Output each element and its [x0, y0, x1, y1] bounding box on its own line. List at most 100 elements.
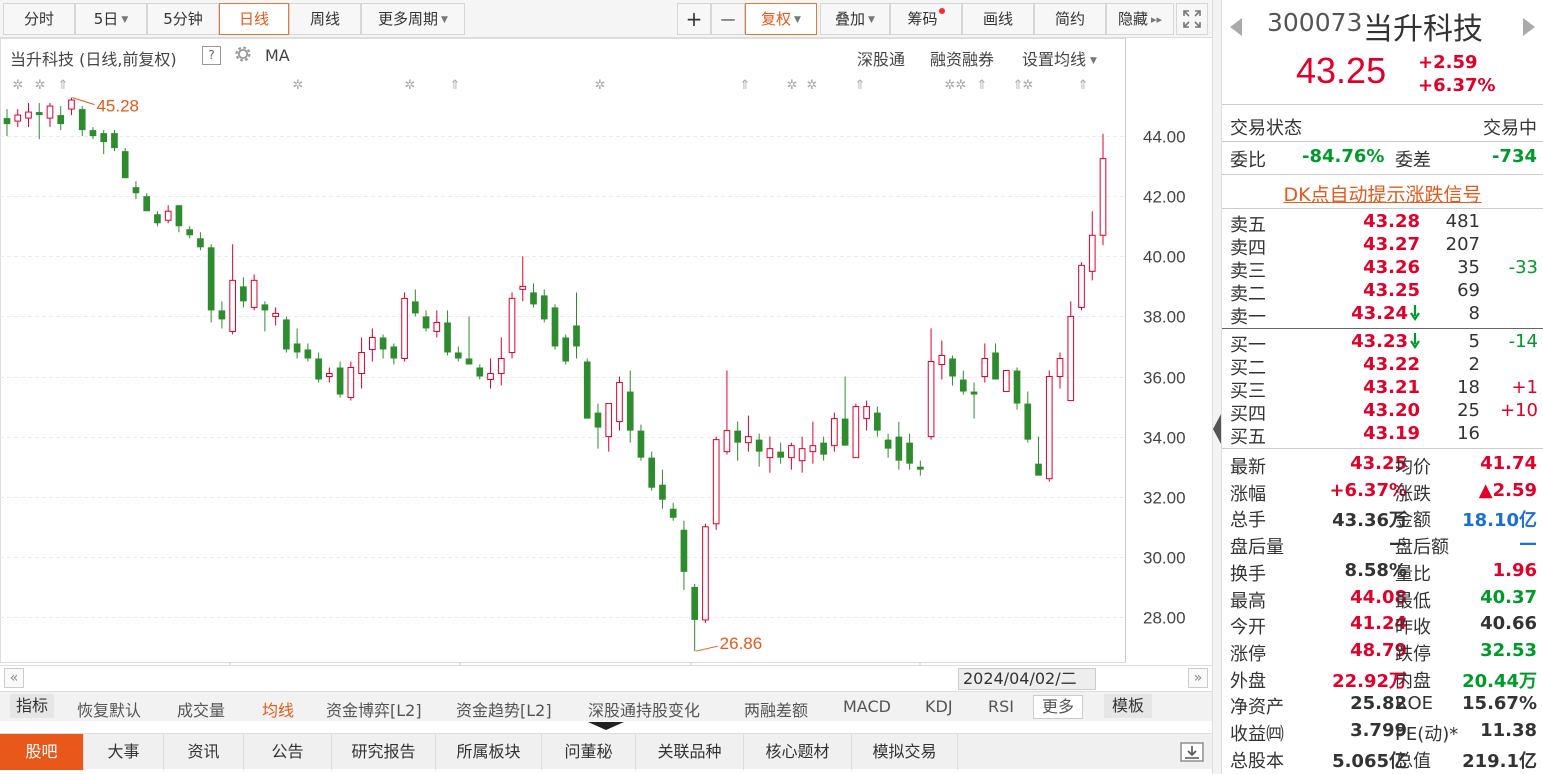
draw-line-button[interactable]: 画线 — [962, 3, 1034, 35]
bid-row[interactable]: 买二 43.22 2 — [1222, 354, 1543, 379]
period-weekly[interactable]: 周线 — [289, 3, 361, 35]
tab-guba[interactable]: 股吧 — [0, 734, 84, 770]
weibi-row: 委比 -84.76% 委差 -734 — [1222, 146, 1543, 171]
tab-announcements[interactable]: 公告 — [244, 734, 332, 770]
tab-sim-trade[interactable]: 模拟交易 — [852, 734, 958, 770]
tab-ask-secretary[interactable]: 问董秘 — [542, 734, 636, 770]
scroll-right-button[interactable]: » — [1188, 668, 1208, 688]
candle-body-down — [691, 586, 699, 620]
kline-chart[interactable]: 44.00 42.00 40.00 38.00 36.00 34.00 32.00 30.00… — [0, 0, 1212, 774]
candle-body-down — [874, 412, 881, 431]
ask-row[interactable]: 卖三 43.26 35 -33 — [1222, 257, 1543, 282]
gear-icon[interactable] — [232, 43, 254, 65]
tab-core-themes[interactable]: 核心题材 — [744, 734, 852, 770]
quote-value: 25.82 — [1350, 693, 1407, 715]
indicator-margin-diff[interactable]: 两融差额 — [744, 697, 808, 721]
indicator-more-button[interactable]: 更多 — [1033, 695, 1084, 719]
prev-stock-icon[interactable] — [1230, 18, 1242, 36]
chips-button[interactable]: 筹码 — [890, 3, 962, 35]
tab-news[interactable]: 资讯 — [164, 734, 244, 770]
chart-scrollbar[interactable]: « 2024/04/02/二 » — [0, 665, 1212, 690]
bid-row[interactable]: 买四 43.20 25 +10 — [1222, 400, 1543, 425]
indicator-kdj[interactable]: KDJ — [925, 697, 953, 716]
extreme-label: 26.86 — [720, 634, 763, 653]
indicator-fund-trend[interactable]: 资金趋势[L2] — [456, 697, 552, 721]
bid-row[interactable]: 买一 43.23 5 -14 — [1222, 331, 1543, 356]
ma-label[interactable]: MA — [265, 46, 290, 65]
event-star-icon: ✲ — [293, 78, 304, 93]
quote-label: 最新 — [1230, 457, 1266, 478]
period-5day[interactable]: 5日 ▼ — [75, 3, 147, 35]
fullscreen-button[interactable] — [1176, 3, 1208, 35]
ask-price-text: 43.25 — [1363, 280, 1420, 301]
zoom-in-button[interactable]: + — [677, 3, 711, 35]
candle-body-down — [917, 466, 924, 470]
quote-label: PE(动)* — [1395, 724, 1459, 745]
quote-label: 金额 — [1395, 510, 1431, 532]
ask-volume: 69 — [1457, 280, 1480, 301]
ask-row[interactable]: 卖二 43.25 69 — [1222, 280, 1543, 305]
next-stock-icon[interactable] — [1523, 18, 1535, 36]
ask-row[interactable]: 卖一 43.24 8 — [1222, 303, 1543, 328]
double-chevron-right-icon: ▸▸ — [1150, 13, 1163, 26]
tab-related[interactable]: 关联品种 — [636, 734, 744, 770]
indicator-ma[interactable]: 均线 — [262, 697, 294, 721]
candle-body-down — [261, 304, 269, 311]
link-margin[interactable]: 融资融券 — [930, 46, 994, 70]
candle-body-down — [89, 130, 97, 137]
period-more[interactable]: 更多周期 ▼ — [361, 3, 465, 35]
tab-events[interactable]: 大事 — [84, 734, 164, 770]
indicator-menu-button[interactable]: 指标 — [10, 694, 55, 718]
overlay-dropdown[interactable]: 叠加 ▼ — [820, 3, 890, 35]
period-fenshi[interactable]: 分时 — [3, 3, 75, 35]
indicator-rsi[interactable]: RSI — [988, 697, 1014, 716]
quote-value: — — [1389, 533, 1407, 555]
ask-row[interactable]: 卖五 43.28 481 — [1222, 211, 1543, 236]
candle-body-up — [723, 430, 731, 453]
candle-body-down — [906, 442, 913, 464]
dk-signal-link[interactable]: DK点自动提示涨跌信号 — [1222, 180, 1543, 206]
ask-row[interactable]: 卖四 43.27 207 — [1222, 234, 1543, 259]
template-button[interactable]: 模板 — [1104, 694, 1153, 718]
panel-divider[interactable] — [1212, 0, 1222, 774]
candle-body-down — [1013, 370, 1021, 404]
trade-status-row: 交易状态 交易中 — [1222, 114, 1543, 139]
indicator-volume[interactable]: 成交量 — [177, 697, 225, 721]
bid-row[interactable]: 买五 43.19 16 — [1222, 423, 1543, 448]
bid-row[interactable]: 买三 43.21 18 +1 — [1222, 377, 1543, 402]
candle-body-down — [283, 319, 290, 350]
stock-name: 当升科技 — [1363, 12, 1483, 47]
zoom-out-button[interactable]: — — [711, 3, 745, 35]
candle-body-down — [1035, 463, 1042, 476]
download-icon[interactable] — [1180, 742, 1204, 762]
period-daily[interactable]: 日线 — [219, 3, 289, 35]
period-5min[interactable]: 5分钟 — [147, 3, 219, 35]
tab-research[interactable]: 研究报告 — [332, 734, 436, 770]
candle-body-up — [981, 357, 989, 378]
quote-label: 涨停 — [1230, 643, 1266, 665]
quote-label: 今开 — [1230, 617, 1266, 639]
indicator-restore-default[interactable]: 恢复默认 — [77, 697, 141, 721]
fuquan-dropdown[interactable]: 复权 ▼ — [745, 3, 817, 35]
weicha-label: 委差 — [1395, 150, 1431, 171]
panel-drag-handle-icon[interactable] — [588, 722, 624, 730]
indicator-shengutong-holdings[interactable]: 深股通持股变化 — [588, 697, 700, 721]
simple-mode-button[interactable]: 简约 — [1034, 3, 1106, 35]
price-tick-label: 34.00 — [1143, 429, 1186, 448]
event-arrow-icon: ⇑ — [58, 78, 69, 93]
candle-body-down — [970, 391, 978, 395]
candle-body-down — [465, 358, 473, 365]
quote-label: 净资产 — [1230, 697, 1284, 719]
help-button[interactable]: ? — [202, 46, 221, 65]
candle-body-down — [218, 310, 226, 320]
collapse-arrow-icon[interactable] — [1213, 414, 1221, 444]
hide-button[interactable]: 隐藏 ▸▸ — [1106, 3, 1174, 35]
quote-row: 总手 43.36万 金额 18.10亿 — [1222, 506, 1543, 532]
indicator-fund-game[interactable]: 资金博弈[L2] — [326, 697, 422, 721]
tab-sectors[interactable]: 所属板块 — [436, 734, 542, 770]
indicator-macd[interactable]: MACD — [843, 697, 891, 716]
scroll-left-button[interactable]: « — [4, 668, 24, 688]
link-set-ma[interactable]: 设置均线 ▼ — [1022, 46, 1097, 70]
candle-body-up — [809, 445, 817, 453]
link-shengutong[interactable]: 深股通 — [857, 46, 905, 70]
